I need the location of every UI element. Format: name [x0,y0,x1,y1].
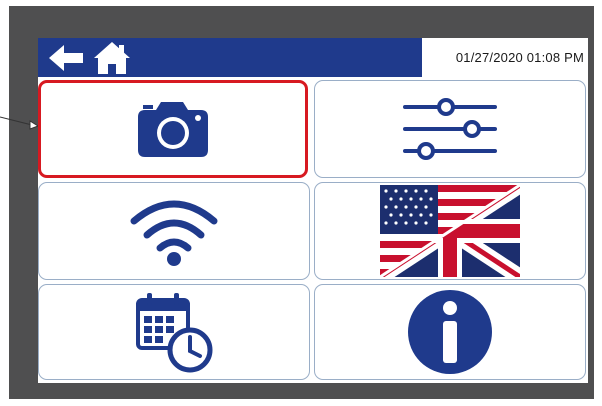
wifi-tile[interactable] [38,182,310,280]
datetime-display: 01/27/2020 01:08 PM [455,50,584,65]
home-icon [94,41,130,74]
info-icon [408,290,492,374]
top-bar [38,38,422,77]
callout-arrow [0,116,40,130]
home-button[interactable] [90,38,134,77]
sliders-icon [403,98,497,160]
back-button[interactable] [42,38,90,77]
back-arrow-icon [49,44,83,71]
calendar-clock-icon [136,293,213,373]
settings-tile[interactable] [314,80,586,178]
date-time-tile[interactable] [38,284,310,380]
info-tile[interactable] [314,284,586,380]
camera-tile[interactable] [38,80,308,178]
language-tile[interactable] [314,182,586,280]
us-uk-flag-icon [380,185,520,277]
wifi-icon [130,200,218,266]
camera-icon [138,102,208,157]
touch-screen: 01/27/2020 01:08 PM [38,38,588,383]
